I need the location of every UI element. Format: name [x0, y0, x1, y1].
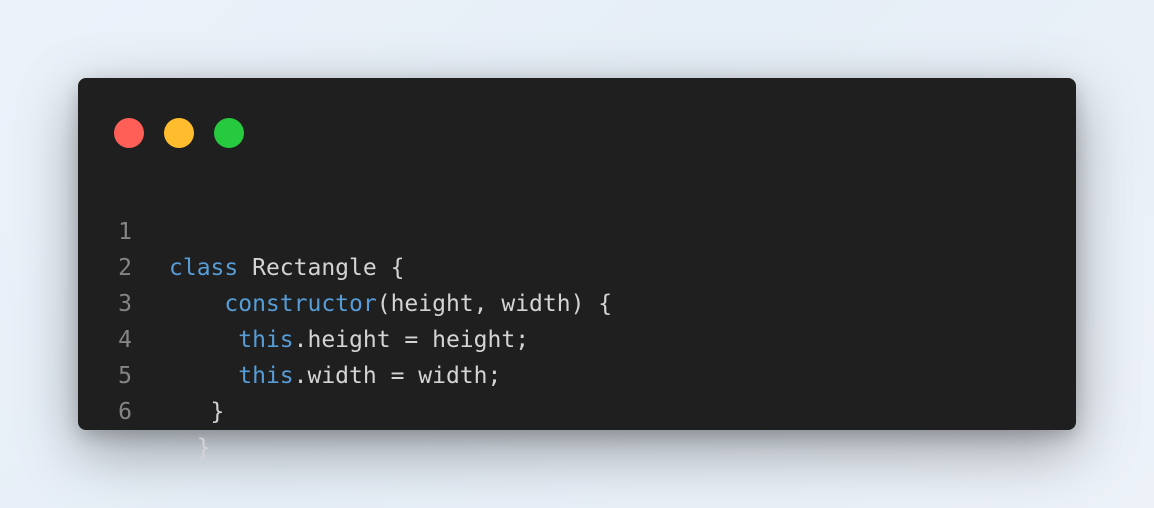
close-dot-icon[interactable]	[114, 118, 144, 148]
maximize-dot-icon[interactable]	[214, 118, 244, 148]
line-content: }	[169, 430, 211, 466]
minimize-dot-icon[interactable]	[164, 118, 194, 148]
code-text: }	[210, 399, 225, 425]
window-controls	[114, 118, 244, 148]
code-block: 1 class Rectangle { 2 constructor(height…	[78, 178, 1076, 461]
code-line: 6 }	[78, 358, 1076, 461]
code-text: }	[196, 435, 211, 461]
code-line: 3 this.height = height;	[78, 250, 1076, 353]
code-window: 1 class Rectangle { 2 constructor(height…	[78, 78, 1076, 461]
code-line: 4 this.width = width;	[78, 286, 1076, 389]
code-line: 2 constructor(height, width) {	[78, 214, 1076, 317]
code-line: 5 }	[78, 322, 1076, 425]
code-line: 1 class Rectangle {	[78, 178, 1076, 281]
line-content: }	[169, 394, 225, 430]
line-number: 6	[118, 399, 132, 425]
